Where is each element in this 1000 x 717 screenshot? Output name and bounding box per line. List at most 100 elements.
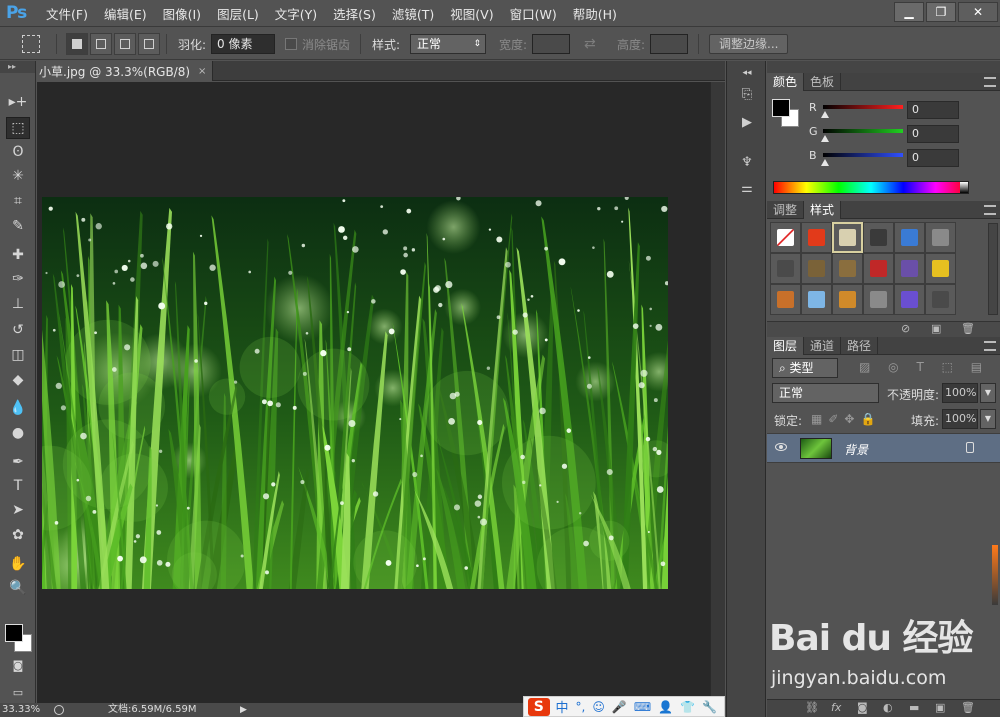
style-swatch[interactable] [925, 222, 956, 253]
tab-swatches[interactable]: 色板 [804, 73, 842, 91]
style-swatch[interactable] [925, 284, 956, 315]
clear-style-icon[interactable]: ⊘ [901, 322, 910, 335]
screen-mode-icon[interactable]: ▭ [6, 681, 30, 703]
restore-button[interactable]: ❐ [926, 2, 956, 22]
channel-g-value[interactable]: 0 [907, 125, 959, 143]
width-input[interactable] [532, 34, 570, 54]
path-selection-tool-icon[interactable]: ➤ [6, 499, 30, 521]
channel-b-thumb[interactable] [821, 159, 829, 166]
style-swatch[interactable] [894, 284, 925, 315]
height-input[interactable] [650, 34, 688, 54]
layer-row[interactable]: 背景 [767, 433, 1000, 463]
history-panel-icon[interactable]: ⎘ [735, 85, 759, 105]
crop-tool-icon[interactable]: ⌗ [6, 190, 30, 212]
opacity-dropdown-icon[interactable]: ▼ [980, 383, 996, 403]
channel-b-value[interactable]: 0 [907, 149, 959, 167]
foreground-color-swatch[interactable] [5, 624, 23, 642]
document-image[interactable] [42, 197, 668, 589]
marquee-tool-icon[interactable]: ⬚ [6, 117, 30, 139]
close-tab-icon[interactable]: × [198, 66, 206, 77]
layer-filter-select[interactable]: ⌕ 类型 [772, 358, 838, 378]
hand-tool-icon[interactable]: ✋ [6, 553, 30, 575]
brush-panel-icon[interactable]: ♆ [735, 153, 759, 173]
status-zoom[interactable]: 33.33% [2, 703, 40, 717]
move-tool-icon[interactable]: ▸+ [6, 91, 30, 113]
channel-b-track[interactable] [823, 153, 903, 157]
channel-g-track[interactable] [823, 129, 903, 133]
menu-type[interactable]: 文字(Y) [267, 4, 325, 23]
panel-menu-icon[interactable] [984, 205, 996, 215]
adjustment-layer-icon[interactable]: ◐ [883, 701, 893, 714]
style-swatch[interactable] [832, 253, 863, 284]
style-swatch[interactable] [770, 284, 801, 315]
ime-mode[interactable]: 中 [556, 697, 569, 716]
style-swatch[interactable] [801, 284, 832, 315]
zoom-tool-icon[interactable]: 🔍 [6, 577, 30, 599]
eraser-tool-icon[interactable]: ◫ [6, 344, 30, 366]
style-swatch[interactable] [801, 253, 832, 284]
opacity-input[interactable]: 100% [942, 383, 978, 403]
keyboard-icon[interactable]: ⌨ [634, 700, 651, 714]
styles-scrollbar[interactable] [988, 223, 998, 315]
tab-channels[interactable]: 通道 [804, 337, 842, 355]
healing-brush-tool-icon[interactable]: ✚ [6, 244, 30, 266]
style-swatch[interactable] [894, 222, 925, 253]
menu-image[interactable]: 图像(I) [155, 4, 209, 23]
lock-option-icons[interactable]: ▦✐✥🔒 [811, 412, 881, 426]
vertical-scrollbar[interactable] [710, 82, 725, 703]
style-swatch[interactable] [863, 253, 894, 284]
layer-name[interactable]: 背景 [844, 441, 868, 458]
subtract-selection-button[interactable] [114, 33, 136, 55]
quick-mask-icon[interactable]: ◙ [6, 654, 30, 676]
tab-styles[interactable]: 样式 [804, 201, 842, 219]
swap-dimensions-icon[interactable]: ⇄ [584, 36, 596, 52]
style-swatch[interactable] [832, 284, 863, 315]
refine-edge-button[interactable]: 调整边缘... [709, 34, 789, 54]
tab-layers[interactable]: 图层 [767, 337, 805, 355]
toolbox-header[interactable]: ▸▸ [0, 61, 35, 73]
menu-filter[interactable]: 滤镜(T) [384, 4, 442, 23]
color-spectrum-bar[interactable] [773, 181, 969, 194]
new-selection-button[interactable] [66, 33, 88, 55]
style-swatch[interactable] [863, 284, 894, 315]
history-brush-tool-icon[interactable]: ↺ [6, 319, 30, 341]
tab-color[interactable]: 颜色 [767, 73, 805, 91]
antialias-checkbox[interactable] [285, 38, 297, 50]
minimize-button[interactable]: ▁ [894, 2, 924, 22]
add-selection-button[interactable] [90, 33, 112, 55]
blur-tool-icon[interactable]: 💧 [6, 397, 30, 419]
lasso-tool-icon[interactable]: ʘ [6, 141, 30, 163]
channel-r-value[interactable]: 0 [907, 101, 959, 119]
skin-icon[interactable]: 👕 [680, 700, 695, 714]
style-swatch[interactable] [925, 253, 956, 284]
style-swatch[interactable] [770, 222, 801, 253]
tools-icon[interactable]: 🔧 [702, 700, 717, 714]
properties-panel-icon[interactable]: ⚌ [735, 179, 759, 199]
paint-bucket-tool-icon[interactable]: ◆ [6, 369, 30, 391]
sogou-logo[interactable]: S [528, 697, 550, 716]
brush-tool-icon[interactable]: ✑ [6, 268, 30, 290]
tool-preset-picker[interactable] [22, 28, 40, 60]
color-fg-swatch[interactable] [772, 99, 790, 117]
fill-dropdown-icon[interactable]: ▼ [980, 409, 996, 429]
strip-collapse-icon[interactable]: ◂◂ [735, 63, 759, 83]
layers-scrollbar[interactable] [992, 545, 998, 605]
status-info-icon[interactable] [54, 705, 64, 715]
new-layer-icon[interactable]: ▣ [935, 701, 945, 714]
link-layers-icon[interactable]: ⛓ [805, 701, 819, 714]
feather-input[interactable]: 0 像素 [211, 34, 275, 54]
type-tool-icon[interactable]: T [6, 475, 30, 497]
dodge-tool-icon[interactable]: ● [6, 422, 30, 444]
user-icon[interactable]: 👤 [658, 700, 673, 714]
document-tab[interactable]: 小草.jpg @ 33.3%(RGB/8) × [37, 61, 214, 81]
clone-stamp-tool-icon[interactable]: ⊥ [6, 293, 30, 315]
eye-icon[interactable] [775, 443, 787, 451]
style-select[interactable]: 正常 ⇕ [410, 34, 486, 54]
fill-input[interactable]: 100% [942, 409, 978, 429]
style-swatch[interactable] [863, 222, 894, 253]
style-swatch[interactable] [770, 253, 801, 284]
menu-select[interactable]: 选择(S) [325, 4, 384, 23]
new-style-icon[interactable]: ▣ [931, 322, 941, 335]
style-swatch[interactable] [801, 222, 832, 253]
emoji-icon[interactable]: ☺ [592, 700, 605, 714]
